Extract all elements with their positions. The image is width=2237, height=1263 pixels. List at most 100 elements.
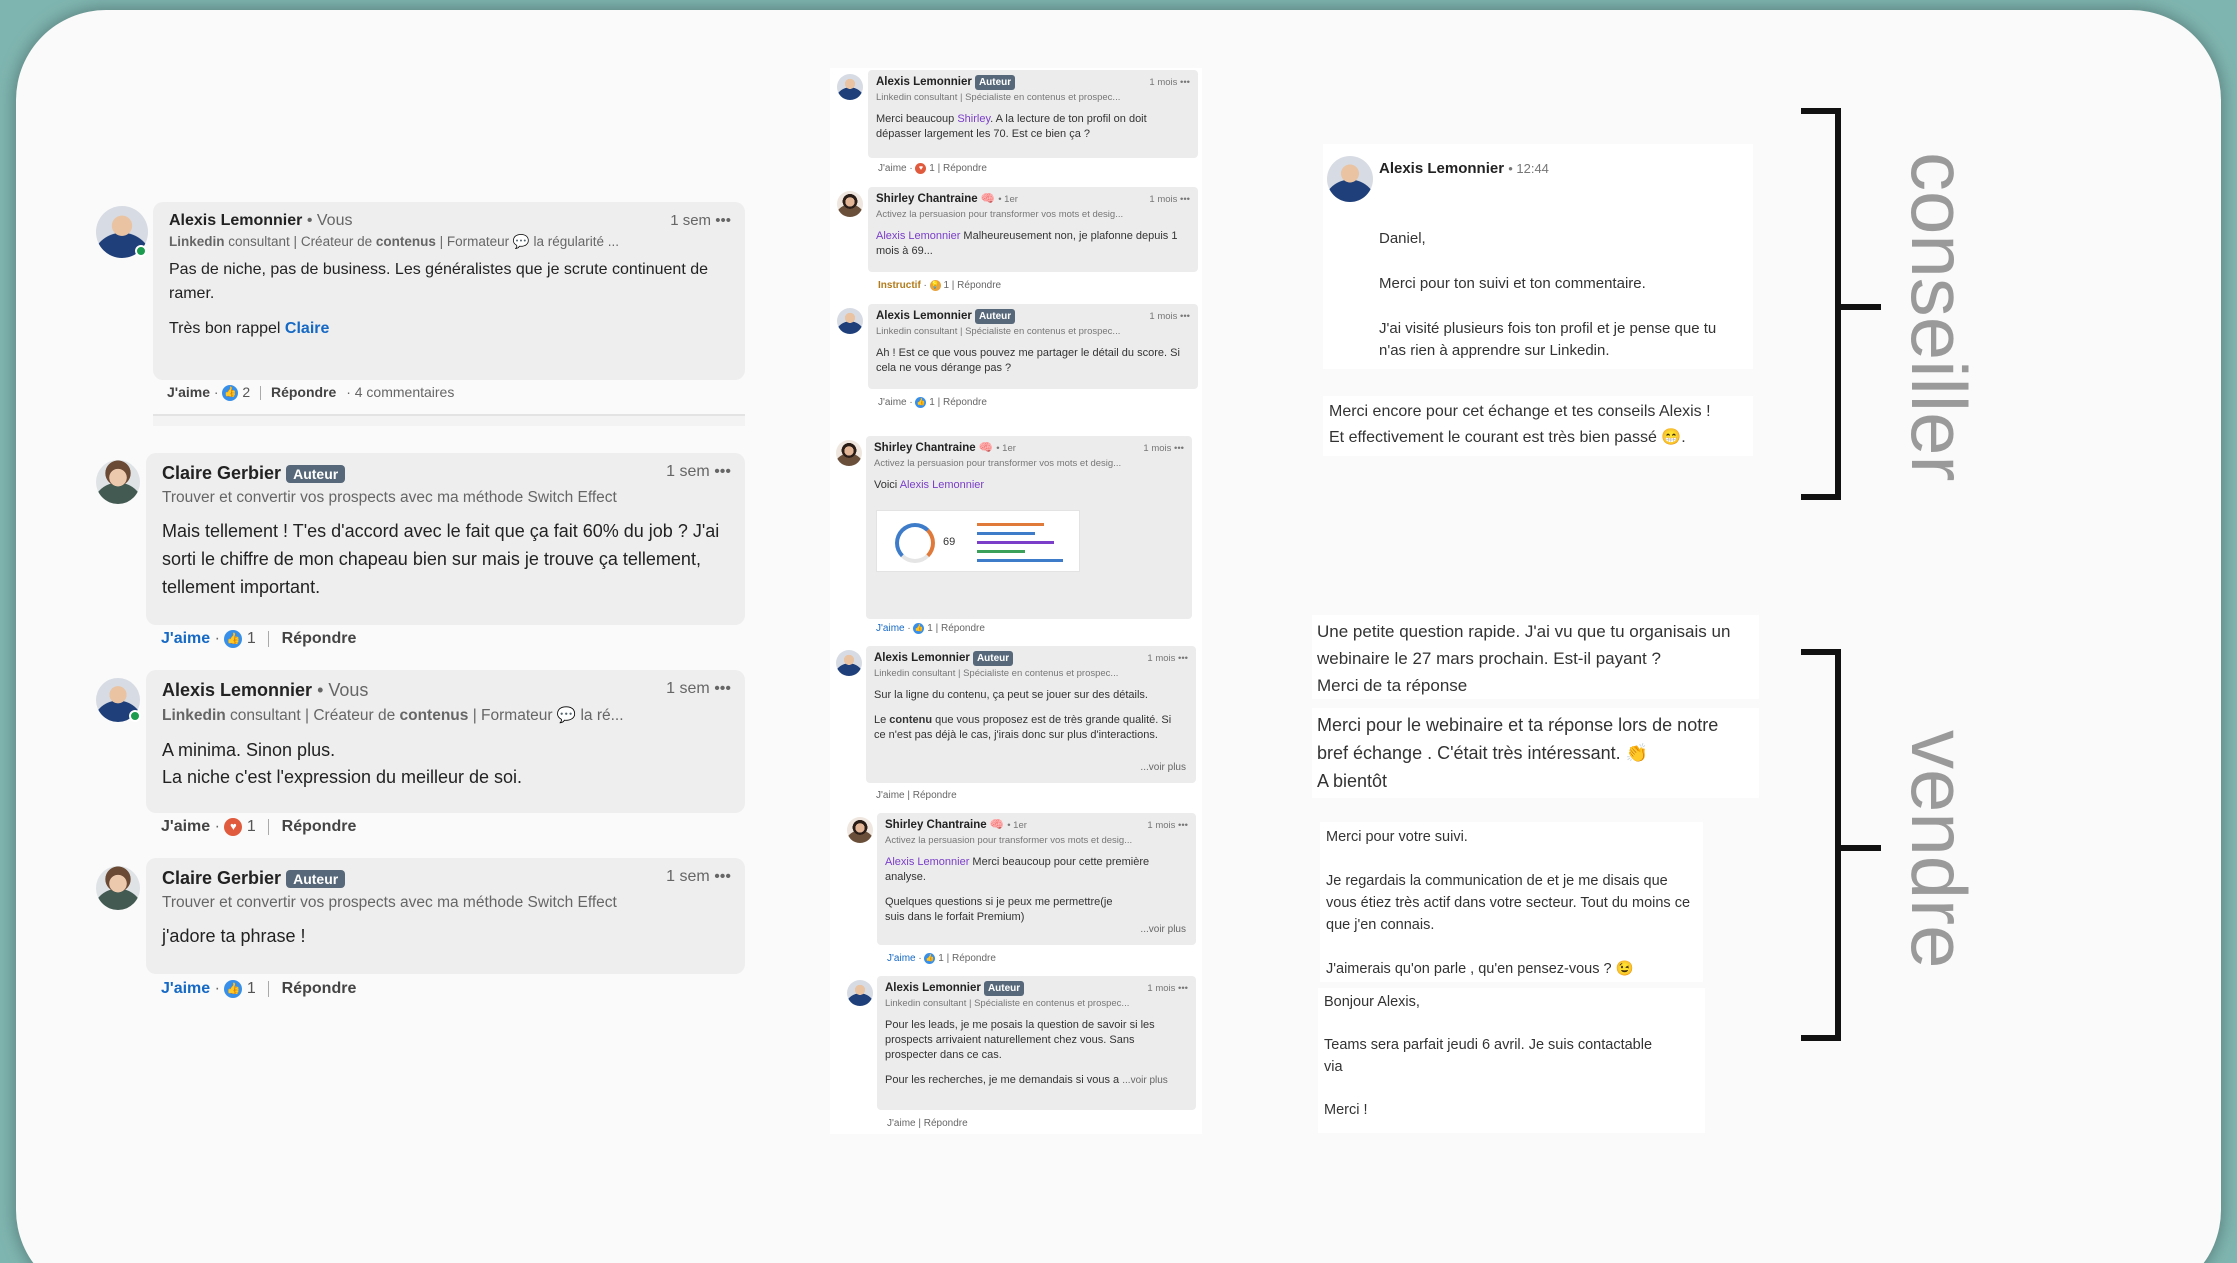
see-more-link[interactable]: ...voir plus [1140,760,1186,775]
mention-link[interactable]: Alexis Lemonnier [900,479,984,491]
mention-link[interactable]: Claire [285,320,329,337]
more-options-icon[interactable]: ••• [715,212,731,229]
author-name[interactable]: Alexis Lemonnier [162,680,312,700]
comment-text: Voici Alexis Lemonnier [874,479,985,491]
message-alexis: Alexis Lemonnier • 12:44 Daniel, Merci p… [1323,144,1753,369]
like-button[interactable]: J'aime [161,818,210,835]
like-reaction-icon: 👍 [224,630,243,648]
author-name[interactable]: Claire Gerbier [162,868,281,888]
message-line: Je regardais la communication de et je m… [1326,873,1691,933]
mention-link[interactable]: Alexis Lemonnier [876,230,960,242]
message-line: J'aimerais qu'on parle , qu'en pensez-vo… [1326,961,1634,977]
reaction-count[interactable]: 1 [927,623,933,634]
mention-link[interactable]: Alexis Lemonnier [885,856,969,868]
reply-button[interactable]: Répondre [913,790,957,801]
like-button[interactable]: J'aime [167,384,210,400]
reply-button[interactable]: Répondre [943,397,987,408]
more-options-icon[interactable]: ••• [714,463,731,480]
avatar[interactable] [837,308,863,334]
more-options-icon[interactable]: ••• [714,680,731,697]
reaction-count[interactable]: 1 [929,163,935,174]
like-button[interactable]: J'aime [876,623,905,634]
author-name[interactable]: Shirley Chantraine 🧠 [876,193,995,205]
avatar[interactable] [837,74,863,100]
message-time: • 12:44 [1508,161,1549,176]
comment-time[interactable]: 1 mois ••• [1147,818,1188,833]
reaction-count[interactable]: 1 [929,397,935,408]
comment-time[interactable]: 1 mois ••• [1149,192,1190,207]
reply-button[interactable]: Répondre [271,384,336,400]
author-badge: Auteur [974,309,1016,324]
avatar[interactable] [836,440,862,466]
like-button[interactable]: J'aime [876,790,905,801]
score-image[interactable]: 69 [876,510,1080,572]
author-name[interactable]: Shirley Chantraine 🧠 [874,442,993,454]
reaction-count[interactable]: 2 [242,384,250,400]
reaction-count[interactable]: 1 [247,980,256,997]
comment-time[interactable]: 1 mois ••• [1147,651,1188,666]
like-button[interactable]: Instructif [878,280,921,291]
like-button[interactable]: J'aime [887,1118,916,1129]
reply-button[interactable]: Répondre [941,623,985,634]
author-headline: Activez la persuasion pour transformer v… [885,835,1133,846]
comment-text: Mais tellement ! T'es d'accord avec le f… [162,521,720,597]
mention-link[interactable]: Shirley [957,113,990,125]
reply-button[interactable]: Répondre [952,953,996,964]
message-line: Merci pour le webinaire et ta réponse lo… [1317,715,1719,763]
comment-time[interactable]: 1 mois ••• [1149,309,1190,324]
reply-button[interactable]: Répondre [282,980,357,997]
like-button[interactable]: J'aime [887,953,916,964]
reply-button[interactable]: Répondre [282,630,357,647]
thread-comment: Alexis Lemonnier Auteur 1 mois ••• Linke… [868,304,1198,389]
reaction-count[interactable]: 1 [247,630,256,647]
author-name[interactable]: Alexis Lemonnier [876,76,972,88]
comment-alexis-1: Alexis Lemonnier • Vous 1 sem ••• Linked… [153,202,745,380]
reply-button[interactable]: Répondre [924,1118,968,1129]
comment-actions: J'aime · 👍 1 Répondre [161,980,357,998]
comment-text: La niche c'est l'expression du meilleur … [162,767,523,787]
reply-button[interactable]: Répondre [282,818,357,835]
author-name[interactable]: Alexis Lemonnier [169,212,302,229]
avatar[interactable] [847,817,873,843]
avatar[interactable] [847,980,873,1006]
author-name[interactable]: Alexis Lemonnier [885,982,981,994]
comment-time[interactable]: 1 mois ••• [1147,981,1188,996]
comment-text: Ah ! Est ce que vous pouvez me partager … [876,347,1180,374]
see-more-link[interactable]: ...voir plus [1122,1075,1168,1086]
comment-actions: J'aime · 👍 1 Répondre [161,630,357,648]
author-name[interactable]: Alexis Lemonnier [874,652,970,664]
online-status-icon [135,245,147,257]
like-button[interactable]: J'aime [161,630,210,647]
comment-text: Pour les leads, je me posais la question… [885,1019,1155,1061]
score-ring [895,523,935,563]
author-name[interactable]: Shirley Chantraine 🧠 [885,819,1004,831]
author-name[interactable]: Claire Gerbier [162,463,281,483]
see-more-link[interactable]: ...voir plus [1140,922,1186,937]
more-options-icon[interactable]: ••• [714,868,731,885]
comment-actions: J'aime · 👍 1 | Répondre [887,953,996,965]
insightful-reaction-icon: 💡 [929,280,941,291]
author-name[interactable]: Alexis Lemonnier [876,310,972,322]
reply-button[interactable]: Répondre [957,280,1001,291]
comments-count-link[interactable]: 4 commentaires [355,384,455,400]
reply-button[interactable]: Répondre [943,163,987,174]
avatar[interactable] [1327,156,1373,202]
avatar[interactable] [836,650,862,676]
like-button[interactable]: J'aime [878,163,907,174]
comment-time[interactable]: 1 mois ••• [1149,75,1190,90]
avatar[interactable] [96,460,140,504]
reaction-count[interactable]: 1 [943,280,949,291]
reaction-count[interactable]: 1 [938,953,944,964]
reaction-count[interactable]: 1 [247,818,256,835]
like-button[interactable]: J'aime [878,397,907,408]
avatar[interactable] [837,191,863,217]
connection-degree: • 1er [1007,820,1027,831]
message-reply: Merci encore pour cet échange et tes con… [1323,396,1753,456]
like-button[interactable]: J'aime [161,980,210,997]
comment-time[interactable]: 1 mois ••• [1143,441,1184,456]
message-line: Une petite question rapide. J'ai vu que … [1317,622,1731,668]
sender-name[interactable]: Alexis Lemonnier [1379,160,1504,177]
message-line: J'ai visité plusieurs fois ton profil et… [1379,320,1717,359]
author-headline: Trouver et convertir vos prospects avec … [162,894,617,911]
avatar[interactable] [96,866,140,910]
